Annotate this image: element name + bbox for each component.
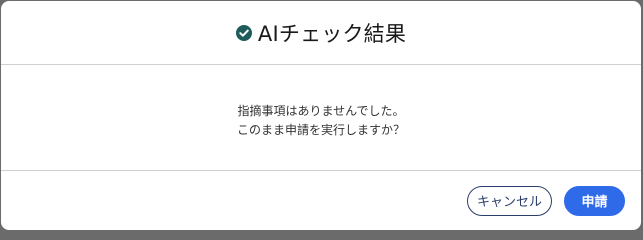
dialog-title: AIチェック結果 — [257, 21, 407, 46]
cancel-button[interactable]: キャンセル — [467, 185, 552, 216]
dialog-footer: キャンセル 申請 — [1, 171, 641, 230]
check-circle-icon — [235, 24, 252, 41]
ai-check-result-dialog: AIチェック結果 指摘事項はありませんでした。 このまま申請を実行しますか？ キ… — [1, 1, 641, 230]
submit-button[interactable]: 申請 — [564, 185, 625, 216]
dialog-title-wrap: AIチェック結果 — [235, 18, 407, 48]
message-line-1: 指摘事項はありませんでした。 — [237, 103, 405, 118]
message-line-2: このまま申請を実行しますか？ — [236, 122, 405, 137]
dialog-body: 指摘事項はありませんでした。 このまま申請を実行しますか？ — [1, 65, 641, 171]
dialog-header: AIチェック結果 — [1, 1, 641, 65]
